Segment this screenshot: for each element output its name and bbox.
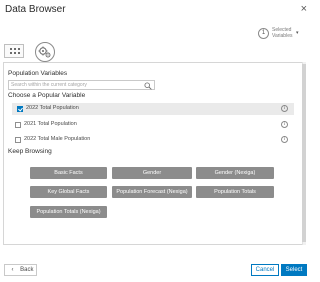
variable-row-2022-total-male-population[interactable]: 2022 Total Male Population i: [10, 134, 294, 146]
dialog-title: Data Browser: [5, 4, 66, 15]
category-tile-gender[interactable]: Gender: [112, 167, 192, 179]
close-icon[interactable]: ×: [301, 3, 307, 15]
chevron-down-icon: ▾: [296, 30, 299, 36]
variable-label: 2022 Total Male Population: [24, 136, 91, 142]
tab-variable-settings[interactable]: [34, 42, 56, 62]
back-button[interactable]: ‹ Back: [4, 264, 37, 276]
category-tile-population-totals-nexiga[interactable]: Population Totals (Nexiga): [30, 206, 107, 218]
checkbox[interactable]: [15, 137, 21, 143]
search-icon[interactable]: [144, 82, 152, 90]
category-tile-gender-nexiga[interactable]: Gender (Nexiga): [196, 167, 274, 179]
info-icon[interactable]: i: [281, 136, 288, 143]
selected-count-badge: 1: [258, 28, 269, 39]
checkbox-checked[interactable]: [17, 106, 23, 112]
category-tile-population-forecast-nexiga[interactable]: Population Forecast (Nexiga): [112, 186, 192, 198]
category-tile-population-totals[interactable]: Population Totals: [196, 186, 274, 198]
category-search[interactable]: [8, 80, 155, 90]
checkbox[interactable]: [15, 122, 21, 128]
tab-categories-grid[interactable]: [4, 44, 24, 58]
info-icon[interactable]: i: [281, 105, 288, 112]
category-tile-basic-facts[interactable]: Basic Facts: [30, 167, 107, 179]
category-tile-key-global-facts[interactable]: Key Global Facts: [30, 186, 107, 198]
selected-variables-label: Selected Variables: [272, 27, 293, 39]
selected-variables-dropdown[interactable]: 1 Selected Variables ▾: [256, 26, 308, 42]
category-label: Population Variables: [8, 70, 68, 77]
variable-label: 2021 Total Population: [24, 121, 77, 127]
grid-icon: [10, 48, 20, 55]
cancel-button[interactable]: Cancel: [251, 264, 279, 276]
chevron-left-icon: ‹: [11, 267, 14, 273]
info-icon[interactable]: i: [281, 121, 288, 128]
settings-cogs-icon: [38, 46, 51, 58]
popular-variable-heading: Choose a Popular Variable: [8, 92, 86, 99]
search-input[interactable]: [11, 81, 141, 89]
back-label: Back: [20, 267, 34, 273]
variable-row-2022-total-population[interactable]: 2022 Total Population i: [12, 103, 294, 115]
variable-row-2021-total-population[interactable]: 2021 Total Population i: [10, 119, 294, 131]
variable-label: 2022 Total Population: [26, 105, 79, 111]
keep-browsing-heading: Keep Browsing: [8, 148, 52, 155]
scrollbar-thumb[interactable]: [302, 64, 306, 242]
select-button[interactable]: Select: [281, 264, 307, 276]
